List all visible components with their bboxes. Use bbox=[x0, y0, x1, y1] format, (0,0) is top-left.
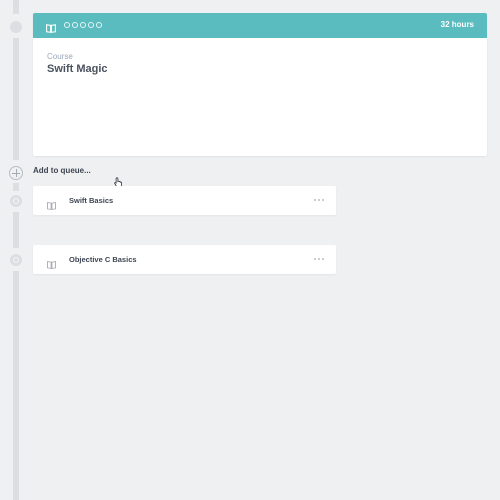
rating-dot-icon bbox=[88, 22, 94, 28]
timeline-dot bbox=[10, 21, 22, 33]
queue-item[interactable]: Objective C Basics bbox=[33, 245, 336, 274]
course-card[interactable]: 32 hours Course Swift Magic bbox=[33, 13, 487, 156]
timeline-node-icon bbox=[10, 195, 22, 207]
timeline-node-icon bbox=[10, 254, 22, 266]
queue-item-label: Objective C Basics bbox=[69, 255, 137, 264]
course-duration: 32 hours bbox=[440, 20, 474, 29]
timeline-segment bbox=[13, 271, 19, 500]
course-card-header: 32 hours bbox=[33, 13, 487, 38]
rating-dot-icon bbox=[80, 22, 86, 28]
timeline-segment bbox=[13, 212, 19, 248]
timeline-segment bbox=[13, 183, 19, 191]
timeline-rail bbox=[9, 0, 23, 500]
add-to-queue-link[interactable]: Add to queue... bbox=[33, 166, 91, 175]
rating-stars bbox=[64, 22, 102, 28]
more-icon[interactable] bbox=[314, 199, 324, 201]
course-type-label: Course bbox=[47, 52, 73, 61]
more-icon[interactable] bbox=[314, 258, 324, 260]
book-icon bbox=[47, 197, 56, 215]
rating-dot-icon bbox=[96, 22, 102, 28]
add-to-queue-icon[interactable] bbox=[9, 166, 23, 180]
book-icon bbox=[47, 256, 56, 274]
rating-dot-icon bbox=[72, 22, 78, 28]
course-title: Swift Magic bbox=[47, 63, 108, 75]
timeline-segment bbox=[13, 38, 19, 160]
book-icon bbox=[46, 20, 56, 38]
rating-dot-icon bbox=[64, 22, 70, 28]
queue-item[interactable]: Swift Basics bbox=[33, 186, 336, 215]
queue-item-label: Swift Basics bbox=[69, 196, 114, 205]
timeline-segment bbox=[13, 0, 19, 14]
